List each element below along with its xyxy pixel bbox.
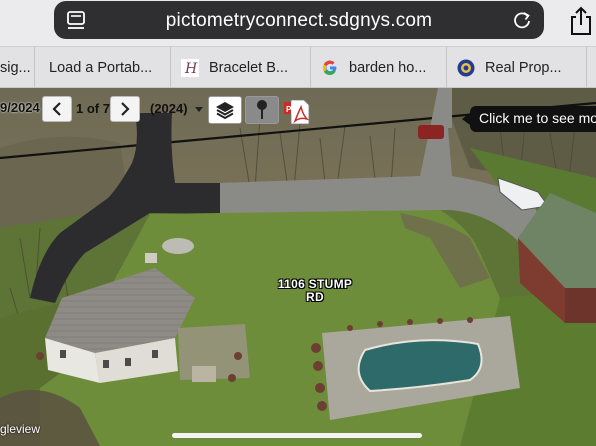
image-page-count: 1 of 7 bbox=[76, 101, 110, 116]
tab-1[interactable]: sig... bbox=[0, 47, 35, 88]
state-seal-icon bbox=[457, 59, 475, 77]
location-pin-button[interactable] bbox=[245, 96, 279, 124]
svg-text:H: H bbox=[184, 61, 198, 77]
year-select[interactable]: (2024) bbox=[150, 101, 204, 116]
google-logo-icon bbox=[321, 59, 339, 77]
parcel-address-label: 1106 STUMP RD bbox=[274, 278, 356, 304]
layers-icon bbox=[216, 102, 234, 120]
next-image-button[interactable] bbox=[110, 96, 140, 122]
tab-4[interactable]: barden ho... bbox=[311, 47, 447, 88]
map-pin-icon bbox=[257, 100, 267, 119]
url-text[interactable]: pictometryconnect.sdgnys.com bbox=[54, 10, 544, 32]
bracelet-logo-icon: H bbox=[181, 58, 199, 77]
layers-button[interactable] bbox=[208, 96, 242, 124]
safari-toolbar: pictometryconnect.sdgnys.com bbox=[0, 0, 596, 46]
tab-label: Bracelet B... bbox=[209, 59, 288, 76]
previous-image-button[interactable] bbox=[42, 96, 72, 122]
aerial-imagery[interactable] bbox=[0, 88, 596, 446]
reload-icon[interactable] bbox=[512, 10, 532, 30]
chevron-right-icon bbox=[121, 102, 130, 116]
year-select-value: (2024) bbox=[150, 101, 188, 116]
address-bar[interactable]: pictometryconnect.sdgnys.com bbox=[54, 1, 544, 39]
help-tooltip[interactable]: Click me to see mo bbox=[470, 106, 596, 132]
aerial-map-viewer[interactable]: 9/2024 1 of 7 (2024) PDF Click me to see… bbox=[0, 88, 596, 446]
tab-3[interactable]: H Bracelet B... bbox=[171, 47, 311, 88]
tab-label: barden ho... bbox=[349, 59, 427, 76]
chevron-left-icon bbox=[52, 102, 61, 116]
tab-bar: sig... Load a Portab... H Bracelet B... … bbox=[0, 46, 596, 88]
tab-label: sig... bbox=[0, 59, 31, 76]
tab-label: Load a Portab... bbox=[49, 59, 153, 76]
pdf-icon[interactable]: PDF bbox=[283, 97, 311, 125]
share-icon[interactable] bbox=[568, 6, 594, 36]
tab-5[interactable]: Real Prop... bbox=[447, 47, 587, 88]
tooltip-arrow bbox=[462, 113, 470, 125]
tab-2[interactable]: Load a Portab... bbox=[35, 47, 171, 88]
caret-down-icon bbox=[195, 107, 204, 112]
capture-date: 9/2024 bbox=[0, 100, 40, 115]
view-mode-label: gleview bbox=[0, 422, 41, 436]
address-line-2: RD bbox=[306, 290, 324, 304]
home-indicator bbox=[172, 433, 422, 438]
tab-label: Real Prop... bbox=[485, 59, 562, 76]
